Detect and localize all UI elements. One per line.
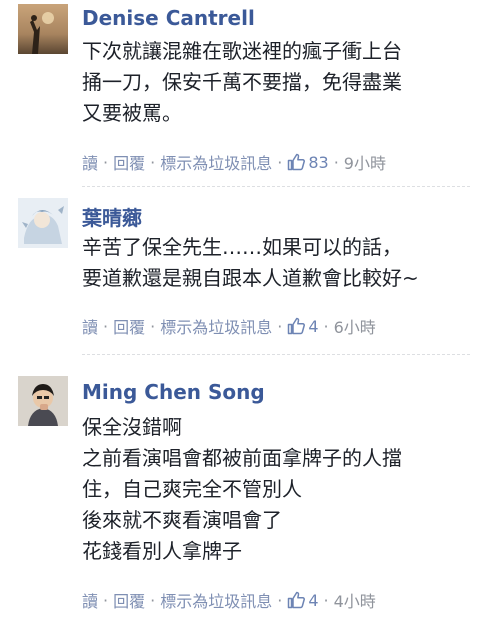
comment-line: 下次就讓混雜在歌迷裡的瘋子衝上台 (82, 39, 402, 63)
comment-body: 下次就讓混雜在歌迷裡的瘋子衝上台 捅一刀，保安千萬不要擋，免得盡業 又要被罵。 (82, 36, 402, 129)
mark-spam-link[interactable]: 標示為垃圾訊息 (160, 150, 272, 174)
comment-line: 保全沒錯啊 (82, 415, 182, 439)
read-link[interactable]: 讀 (82, 314, 98, 338)
separator: · (103, 152, 109, 172)
separator: · (323, 590, 329, 610)
separator: · (150, 316, 156, 336)
comment-line: 辛苦了保全先生……如果可以的話， (82, 235, 402, 259)
separator: · (150, 152, 156, 172)
comment-author[interactable]: Denise Cantrell (82, 6, 255, 30)
timestamp[interactable]: 4小時 (334, 588, 376, 612)
comment-actions: 讀 · 回覆 · 標示為垃圾訊息 · 4 · 6小時 (82, 314, 376, 338)
comment-body: 辛苦了保全先生……如果可以的話， 要道歉還是親自跟本人道歉會比較好~ (82, 232, 419, 294)
timestamp[interactable]: 9小時 (344, 150, 386, 174)
separator: · (323, 316, 329, 336)
avatar[interactable] (18, 376, 68, 426)
read-link[interactable]: 讀 (82, 150, 98, 174)
comment-line: 又要被罵。 (82, 101, 182, 125)
comment-line: 捅一刀，保安千萬不要擋，免得盡業 (82, 70, 402, 94)
comment-actions: 讀 · 回覆 · 標示為垃圾訊息 · 4 · 4小時 (82, 588, 376, 612)
comment-line: 住，自己爽完全不管別人 (82, 477, 302, 501)
read-link[interactable]: 讀 (82, 588, 98, 612)
like-count[interactable]: 4 (287, 316, 319, 336)
thumbs-up-icon (288, 317, 306, 335)
separator: · (277, 590, 283, 610)
like-count-value: 4 (308, 316, 319, 336)
divider (82, 186, 470, 187)
comment-item: 葉晴薌 辛苦了保全先生……如果可以的話， 要道歉還是親自跟本人道歉會比較好~ 讀… (0, 190, 490, 350)
reply-link[interactable]: 回覆 (113, 588, 145, 612)
comment-author[interactable]: 葉晴薌 (82, 202, 142, 231)
comment-body: 保全沒錯啊 之前看演唱會都被前面拿牌子的人擋 住，自己爽完全不管別人 後來就不爽… (82, 412, 402, 567)
like-count[interactable]: 83 (287, 152, 329, 172)
comment-actions: 讀 · 回覆 · 標示為垃圾訊息 · 83 · 9小時 (82, 150, 386, 174)
thumbs-up-icon (288, 153, 306, 171)
comment-line: 之前看演唱會都被前面拿牌子的人擋 (82, 446, 402, 470)
reply-link[interactable]: 回覆 (113, 150, 145, 174)
separator: · (103, 590, 109, 610)
separator: · (150, 590, 156, 610)
like-count[interactable]: 4 (287, 590, 319, 610)
separator: · (277, 152, 283, 172)
thumbs-up-icon (288, 591, 306, 609)
separator: · (277, 316, 283, 336)
reply-link[interactable]: 回覆 (113, 314, 145, 338)
comment-item: Ming Chen Song 保全沒錯啊 之前看演唱會都被前面拿牌子的人擋 住，… (0, 360, 490, 620)
comment-line: 花錢看別人拿牌子 (82, 539, 242, 563)
comment-author[interactable]: Ming Chen Song (82, 380, 265, 404)
mark-spam-link[interactable]: 標示為垃圾訊息 (160, 588, 272, 612)
comment-item: Denise Cantrell 下次就讓混雜在歌迷裡的瘋子衝上台 捅一刀，保安千… (0, 0, 490, 180)
timestamp[interactable]: 6小時 (334, 314, 376, 338)
separator: · (333, 152, 339, 172)
avatar[interactable] (18, 198, 68, 248)
like-count-value: 83 (308, 152, 329, 172)
like-count-value: 4 (308, 590, 319, 610)
comment-line: 後來就不爽看演唱會了 (82, 508, 282, 532)
avatar[interactable] (18, 4, 68, 54)
comment-line: 要道歉還是親自跟本人道歉會比較好~ (82, 266, 419, 290)
mark-spam-link[interactable]: 標示為垃圾訊息 (160, 314, 272, 338)
divider (82, 354, 470, 355)
separator: · (103, 316, 109, 336)
